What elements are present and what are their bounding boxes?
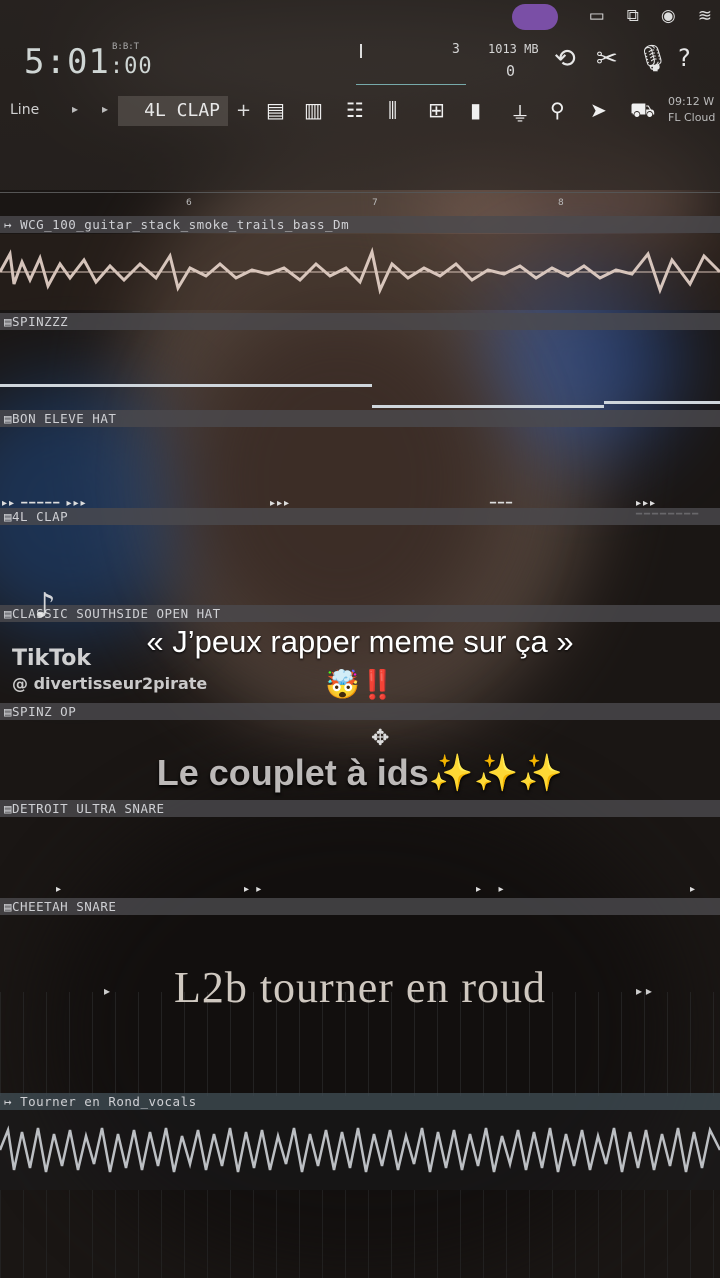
timeline-grid-bottom [0, 1190, 720, 1278]
undo-icon[interactable]: ⟲ [554, 44, 576, 74]
pattern-clip[interactable]: ▸ ▸ [476, 884, 506, 895]
caption-couplet: Le couplet à ids✨✨✨ [0, 752, 720, 794]
cast-icon[interactable]: ⧉ [627, 6, 639, 26]
caption-couplet-text: Le couplet à ids [156, 752, 429, 793]
screen-record-icon[interactable]: ▭ [589, 6, 605, 26]
add-pattern-button[interactable]: + [236, 100, 251, 121]
plugin-picker-icon[interactable]: ▮ [470, 98, 481, 122]
time-format-label: B:B:T [112, 42, 140, 52]
tiktok-logo-icon: ♪ [34, 586, 56, 626]
caption-emoji: 🤯‼️ [325, 669, 395, 700]
track-name: CHEETAH SNARE [12, 899, 117, 914]
pattern-mode-label[interactable]: Line [10, 102, 39, 118]
ruler-mark: 7 [372, 198, 378, 208]
move-cursor-icon[interactable]: ✥ [371, 726, 389, 751]
pattern-next-arrow[interactable]: ▸ [102, 102, 108, 116]
fl-toolbar: ▭ ⧉ ◉ ≋ 5:01:00 B:B:T 3 1013 MB 0 ⟲ ✂ 🎙 … [0, 0, 720, 190]
track-name: 4L CLAP [12, 509, 69, 524]
cut-icon[interactable]: ✂ [596, 44, 618, 74]
timeline-ruler[interactable]: 6 7 8 [0, 192, 720, 215]
pattern-icon: ▤ [4, 606, 13, 621]
pattern-clip[interactable] [372, 405, 604, 408]
track-header[interactable]: ↦ Tourner en Rond_vocals [0, 1093, 720, 1110]
track-name: Tourner en Rond_vocals [20, 1094, 197, 1109]
track-header[interactable]: ▤SPINZZZ [0, 313, 720, 330]
pattern-icon: ▤ [4, 704, 13, 719]
ruler-mark: 8 [558, 198, 564, 208]
track-header[interactable]: ▤CHEETAH SNARE [0, 898, 720, 915]
track-header[interactable]: ▤DETROIT ULTRA SNARE [0, 800, 720, 817]
track-name: SPINZ OP [12, 704, 77, 719]
pattern-clip[interactable]: ▸ [690, 884, 697, 895]
track-name: BON ELEVE HAT [12, 411, 117, 426]
tempo-icon[interactable]: ⚲ [550, 98, 565, 122]
oscilloscope [356, 44, 466, 85]
pattern-selector[interactable]: 4L CLAP [118, 96, 228, 126]
pattern-icon: ▤ [4, 509, 13, 524]
pattern-clip[interactable]: ▸ [56, 884, 63, 895]
record-stop-icon[interactable]: ◉ [661, 6, 676, 26]
wifi-icon: ≋ [697, 6, 712, 26]
track-name: SPINZZZ [12, 314, 69, 329]
pattern-clip[interactable]: ▸ ▸ [244, 884, 263, 895]
status-bar: ▭ ⧉ ◉ ≋ [589, 6, 712, 26]
piano-roll-icon[interactable]: ▥ [304, 98, 323, 122]
vocal-waveform[interactable] [0, 1110, 720, 1190]
pattern-clip[interactable] [0, 384, 372, 387]
caption-quote: « J’peux rapper meme sur ça » [146, 624, 574, 659]
track-header[interactable]: ▤SPINZ OP [0, 703, 720, 720]
pattern-icon: ▤ [4, 899, 13, 914]
track-header[interactable]: ↦ WCG_100_guitar_stack_smoke_trails_bass… [0, 216, 720, 233]
mixer-icon[interactable]: ⫼ [388, 98, 397, 122]
mic-icon[interactable]: 🎙 [636, 44, 669, 74]
pattern-icon: ▤ [4, 411, 13, 426]
pattern-clip[interactable] [604, 401, 720, 404]
audio-clip-icon: ↦ [4, 1094, 21, 1109]
caption-song-title: L2b tourner en roud [173, 963, 547, 1012]
audio-clip-icon: ↦ [4, 217, 21, 232]
plugin-icon[interactable]: ⏚ [510, 98, 530, 127]
pattern-icon: ▤ [4, 314, 13, 329]
channel-rack-icon[interactable]: ☷ [346, 98, 364, 122]
memory-readout: 1013 MB [488, 42, 539, 56]
track-header[interactable]: ▤4L CLAP [0, 508, 720, 525]
track-header[interactable]: ▤BON ELEVE HAT [0, 410, 720, 427]
fl-cloud-button[interactable]: 09:12 W FL Cloud [668, 94, 715, 126]
polyphony-readout: 0 [506, 62, 516, 80]
pattern-icon: ▤ [4, 801, 13, 816]
sparkles-icon: ✨✨✨ [428, 752, 564, 793]
shop-icon[interactable]: ⛟ [630, 98, 655, 125]
sendto-icon[interactable]: ➤ [590, 98, 607, 122]
browser-icon[interactable]: ⊞ [428, 98, 445, 122]
cpu-meter: 3 [452, 42, 460, 57]
audio-waveform[interactable] [0, 234, 720, 310]
pattern-prev-arrow[interactable]: ▸ [72, 102, 78, 116]
help-icon[interactable]: ? [678, 44, 691, 72]
playlist-icon[interactable]: ▤ [266, 98, 285, 122]
track-header[interactable]: ▤CLASSIC SOUTHSIDE OPEN HAT [0, 605, 720, 622]
track-name: DETROIT ULTRA SNARE [12, 801, 165, 816]
track-name: WCG_100_guitar_stack_smoke_trails_bass_D… [20, 217, 350, 232]
screen-record-indicator[interactable] [512, 4, 558, 30]
ruler-mark: 6 [186, 198, 192, 208]
